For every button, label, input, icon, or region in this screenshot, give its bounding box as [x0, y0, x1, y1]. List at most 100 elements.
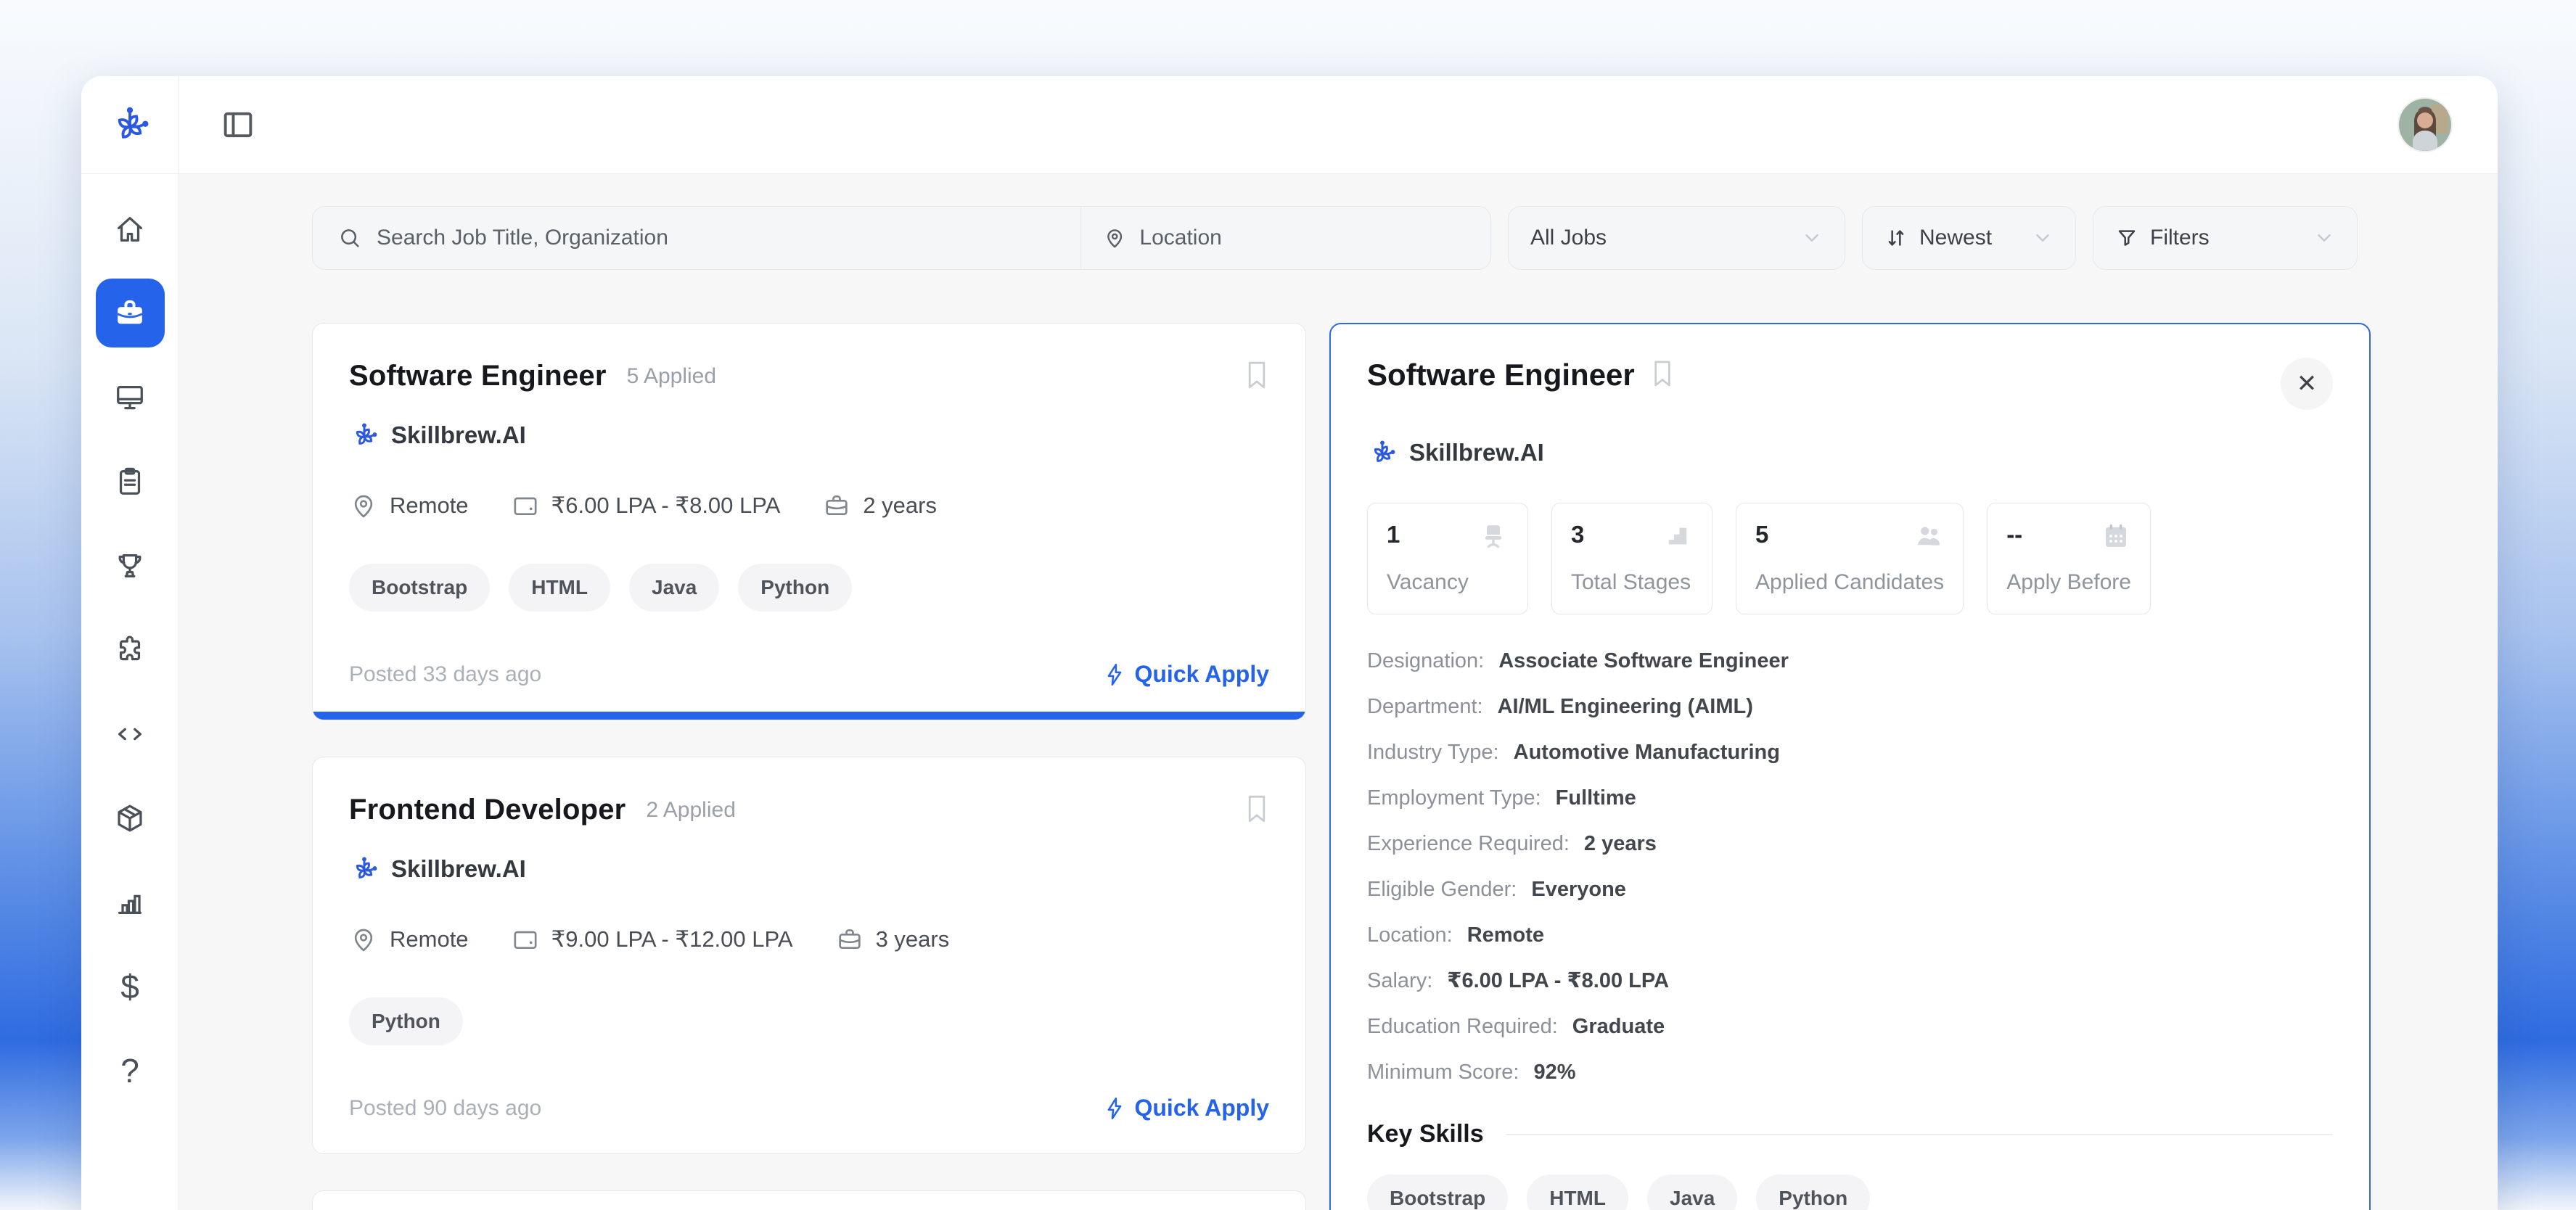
trophy-icon — [113, 549, 147, 583]
sidebar-item-clipboard[interactable] — [96, 447, 165, 516]
user-avatar[interactable] — [2397, 97, 2453, 152]
quick-apply-button[interactable]: Quick Apply — [1104, 1095, 1269, 1121]
applied-count: 2 Applied — [646, 798, 735, 823]
location-input[interactable] — [1139, 226, 1469, 250]
sidebar-item-jobs[interactable] — [96, 279, 165, 347]
close-panel-button[interactable]: ✕ — [2281, 358, 2333, 410]
user-avatar-image — [2399, 99, 2451, 151]
brand-logo[interactable] — [81, 76, 179, 173]
home-icon — [113, 213, 147, 246]
sidebar-toggle-button[interactable] — [219, 106, 257, 144]
body-row: $ ? — [81, 174, 2498, 1210]
location-field[interactable] — [1080, 207, 1490, 269]
skill-tag: Python — [1756, 1174, 1870, 1210]
sidebar-item-payments[interactable]: $ — [96, 952, 165, 1021]
field-designation: Designation:Associate Software Engineer — [1367, 646, 2333, 675]
quick-apply-button[interactable]: Quick Apply — [1104, 661, 1269, 688]
company-name: Skillbrew.AI — [391, 421, 526, 449]
skill-tag: Java — [629, 564, 719, 612]
job-card-software-engineer[interactable]: Software Engineer 5 Applied Skillbrew.AI — [312, 323, 1306, 720]
skill-tag: Java — [1647, 1174, 1737, 1210]
field-education-required: Education Required:Graduate — [1367, 1012, 2333, 1041]
key-skills-heading: Key Skills — [1367, 1120, 1484, 1148]
sort-arrows-icon — [1884, 226, 1908, 250]
briefcase-icon — [112, 296, 147, 331]
content-row: Software Engineer 5 Applied Skillbrew.AI — [179, 270, 2498, 1210]
company-name: Skillbrew.AI — [391, 855, 526, 883]
pinwheel-logo-icon — [107, 102, 152, 147]
sidebar-item-home[interactable] — [96, 194, 165, 263]
sidebar-item-code[interactable] — [96, 699, 165, 768]
sidebar-item-packages[interactable] — [96, 783, 165, 852]
detail-skill-tags: Bootstrap HTML Java Python — [1367, 1174, 2333, 1210]
chevron-down-icon — [1801, 227, 1823, 249]
sort-label: Newest — [1919, 226, 1992, 250]
stat-total-stages: 3 Total Stages — [1551, 503, 1712, 614]
help-icon: ? — [120, 1054, 139, 1087]
cube-icon — [113, 802, 147, 835]
bookmark-button[interactable] — [1244, 360, 1269, 390]
people-icon — [1913, 521, 1944, 551]
job-salary: ₹9.00 LPA - ₹12.00 LPA — [511, 925, 793, 954]
field-minimum-score: Minimum Score:92% — [1367, 1058, 2333, 1087]
search-field[interactable] — [313, 207, 1080, 269]
job-location: Remote — [349, 925, 469, 954]
job-card-frontend-developer[interactable]: Frontend Developer 2 Applied Skillbrew.A… — [312, 757, 1306, 1154]
bookmark-icon — [1651, 359, 1674, 388]
dollar-icon: $ — [120, 970, 139, 1003]
detail-job-title: Software Engineer — [1367, 358, 1635, 392]
company-logo-icon — [349, 420, 380, 450]
filters-label: Filters — [2150, 226, 2210, 250]
job-list: Software Engineer 5 Applied Skillbrew.AI — [312, 323, 1306, 1210]
sidebar-item-puzzle[interactable] — [96, 615, 165, 684]
clipboard-icon — [113, 465, 147, 498]
sidebar-item-analytics[interactable] — [96, 868, 165, 937]
detail-fields: Designation:Associate Software Engineer … — [1367, 646, 2333, 1087]
all-jobs-dropdown[interactable]: All Jobs — [1508, 206, 1845, 270]
bookmark-button[interactable] — [1244, 794, 1269, 824]
map-pin-icon — [1103, 225, 1126, 251]
stat-applied-candidates: 5 Applied Candidates — [1736, 503, 1964, 614]
skill-tag: HTML — [509, 564, 610, 612]
map-pin-icon — [349, 925, 378, 954]
job-card-partial[interactable] — [312, 1190, 1306, 1210]
divider — [1506, 1134, 2333, 1135]
skill-tags: Python — [349, 997, 1269, 1045]
monitor-icon — [113, 381, 147, 414]
search-toolbar: All Jobs Newest — [179, 174, 2498, 270]
bookmark-icon — [1244, 360, 1269, 390]
briefcase-small-icon — [822, 491, 851, 520]
wallet-icon — [511, 925, 540, 954]
sidebar-item-monitor[interactable] — [96, 363, 165, 432]
sidebar-item-trophy[interactable] — [96, 531, 165, 600]
skill-tag: Bootstrap — [349, 564, 490, 612]
job-salary: ₹6.00 LPA - ₹8.00 LPA — [511, 491, 781, 520]
sidebar-item-help[interactable]: ? — [96, 1036, 165, 1105]
posted-date: Posted 33 days ago — [349, 662, 541, 687]
sort-dropdown[interactable]: Newest — [1862, 206, 2076, 270]
detail-stats: 1 Vacancy — [1367, 503, 2333, 614]
search-location-group — [312, 206, 1491, 270]
stat-apply-before: -- Apply Before — [1987, 503, 2151, 614]
field-location: Location:Remote — [1367, 921, 2333, 950]
skill-tag: Python — [349, 997, 463, 1045]
stat-vacancy: 1 Vacancy — [1367, 503, 1528, 614]
panel-left-icon — [219, 106, 257, 144]
map-pin-icon — [349, 491, 378, 520]
top-bar — [81, 76, 2498, 174]
job-location: Remote — [349, 491, 469, 520]
skill-tag: Python — [738, 564, 852, 612]
stages-stairs-icon — [1662, 521, 1693, 551]
selected-indicator — [313, 712, 1305, 720]
search-input[interactable] — [377, 226, 1056, 250]
bookmark-button[interactable] — [1651, 359, 1674, 388]
field-salary: Salary:₹6.00 LPA - ₹8.00 LPA — [1367, 966, 2333, 995]
field-department: Department:AI/ML Engineering (AIML) — [1367, 692, 2333, 721]
calendar-icon — [2101, 521, 2131, 551]
key-skills-section: Key Skills — [1367, 1120, 2333, 1148]
posted-date: Posted 90 days ago — [349, 1096, 541, 1121]
chevron-down-icon — [2032, 227, 2054, 249]
company-logo-icon — [1367, 437, 1398, 468]
filters-dropdown[interactable]: Filters — [2093, 206, 2358, 270]
job-experience: 2 years — [822, 491, 937, 520]
